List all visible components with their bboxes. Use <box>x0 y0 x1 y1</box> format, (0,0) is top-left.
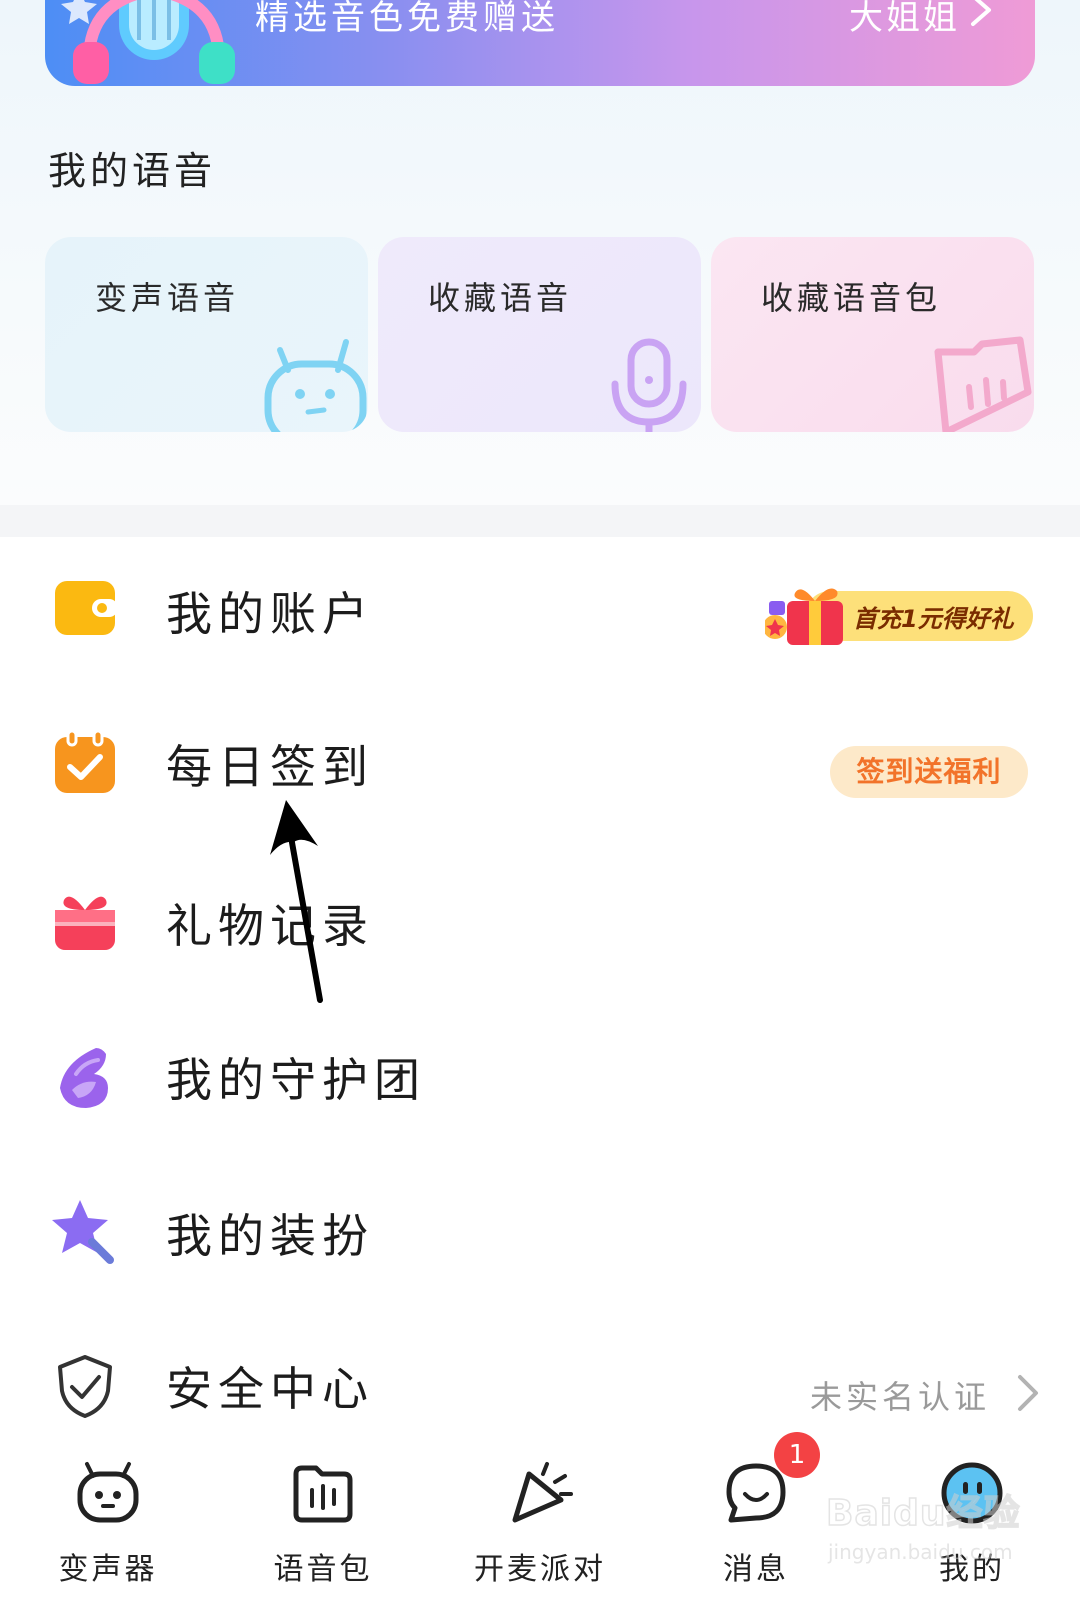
section-divider <box>0 505 1080 537</box>
unverified-status: 未实名认证 <box>810 1378 991 1416</box>
microphone-headphones-icon <box>61 0 235 84</box>
microphone-icon <box>611 338 687 432</box>
nav-label: 消息 <box>723 1552 789 1587</box>
calendar-check-icon <box>55 729 115 793</box>
card-favorite-voices[interactable]: 收藏语音 <box>378 237 701 432</box>
folder-waveform-icon <box>293 1465 353 1523</box>
robot-face-icon <box>264 339 367 432</box>
watermark-url: jingyan.baidu.com <box>828 1540 1013 1564</box>
badge-text: 首充1元得好礼 <box>853 605 1014 633</box>
nav-tab-party[interactable]: 开麦派对 <box>460 1440 620 1600</box>
nav-label: 开麦派对 <box>474 1552 606 1587</box>
top-area: 精选音色免费赠送 大姐姐 我的语音 变声语音 收藏语音 收藏语音包 <box>0 0 1080 505</box>
first-recharge-badge[interactable]: 首充1元得好礼 <box>765 585 1035 645</box>
card-label: 收藏语音 <box>428 279 573 317</box>
chevron-right-icon[interactable] <box>1015 1372 1041 1414</box>
checkin-reward-badge[interactable]: 签到送福利 <box>830 746 1028 798</box>
card-favorite-voice-packs[interactable]: 收藏语音包 <box>711 237 1034 432</box>
shield-check-icon <box>58 1355 112 1418</box>
wing-icon <box>60 1048 108 1108</box>
banner-voice-name: 大姐姐 <box>849 0 960 38</box>
menu-item-guardian-group[interactable]: 我的守护团 <box>0 1018 1080 1148</box>
annotation-arrow <box>270 800 323 1003</box>
menu-label: 我的装扮 <box>166 1209 374 1263</box>
menu-label: 我的账户 <box>166 587 374 641</box>
nav-tab-voice-changer[interactable]: 变声器 <box>28 1440 188 1600</box>
section-title-my-voice: 我的语音 <box>48 149 217 193</box>
menu-label: 我的守护团 <box>166 1053 426 1107</box>
menu-item-gift-record[interactable]: 礼物记录 <box>0 862 1080 992</box>
folder-waveform-icon <box>934 336 1032 432</box>
nav-tab-voice-pack[interactable]: 语音包 <box>243 1440 403 1600</box>
chevron-right-icon <box>971 0 991 26</box>
card-voice-changer-voices[interactable]: 变声语音 <box>45 237 368 432</box>
banner-text: 精选音色免费赠送 <box>255 0 559 38</box>
wallet-icon <box>55 581 118 635</box>
menu-label: 每日签到 <box>166 740 374 794</box>
magic-wand-star-icon <box>52 1200 114 1264</box>
menu-item-my-dressup[interactable]: 我的装扮 <box>0 1172 1080 1302</box>
gift-box-icon <box>55 896 115 950</box>
nav-label: 语音包 <box>273 1552 373 1587</box>
unread-count-badge: 1 <box>774 1432 820 1478</box>
watermark: Baidu经验 jingyan.baidu.com <box>825 1482 1026 1582</box>
nav-label: 变声器 <box>58 1552 158 1587</box>
card-label: 变声语音 <box>95 279 240 317</box>
card-label: 收藏语音包 <box>761 279 942 317</box>
robot-face-icon <box>77 1462 139 1523</box>
watermark-text: Baidu经验 <box>825 1492 1021 1535</box>
nav-tab-messages[interactable]: 1 消息 <box>676 1432 836 1600</box>
party-popper-icon <box>512 1462 573 1523</box>
menu-label: 安全中心 <box>166 1362 374 1416</box>
promo-banner[interactable]: 精选音色免费赠送 大姐姐 <box>45 0 1035 86</box>
